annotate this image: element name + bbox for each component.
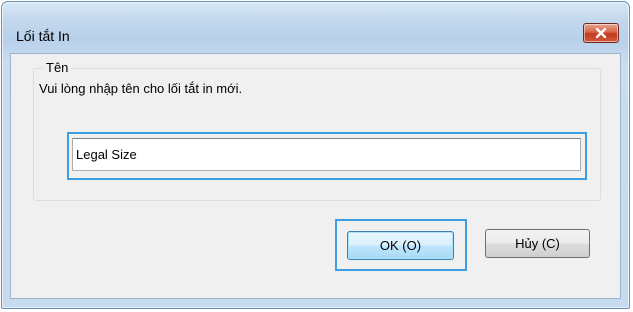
close-button[interactable]	[583, 23, 619, 43]
print-shortcut-dialog: Lối tắt In Tên Vui lòng nhập tên cho lối…	[1, 1, 630, 309]
ok-button[interactable]: OK (O)	[347, 231, 454, 260]
shortcut-name-input[interactable]	[72, 138, 581, 171]
name-input-focus-ring	[67, 132, 587, 180]
close-x-icon	[595, 28, 607, 38]
title-bar: Lối tắt In	[2, 2, 629, 54]
dialog-title: Lối tắt In	[16, 28, 70, 44]
group-title: Tên	[43, 60, 72, 75]
dialog-body: Tên Vui lòng nhập tên cho lối tắt in mới…	[10, 53, 621, 299]
cancel-button[interactable]: Hủy (C)	[485, 229, 590, 258]
name-groupbox: Tên Vui lòng nhập tên cho lối tắt in mới…	[33, 60, 601, 201]
ok-button-focus-ring: OK (O)	[335, 219, 467, 271]
instruction-text: Vui lòng nhập tên cho lối tắt in mới.	[39, 81, 243, 96]
